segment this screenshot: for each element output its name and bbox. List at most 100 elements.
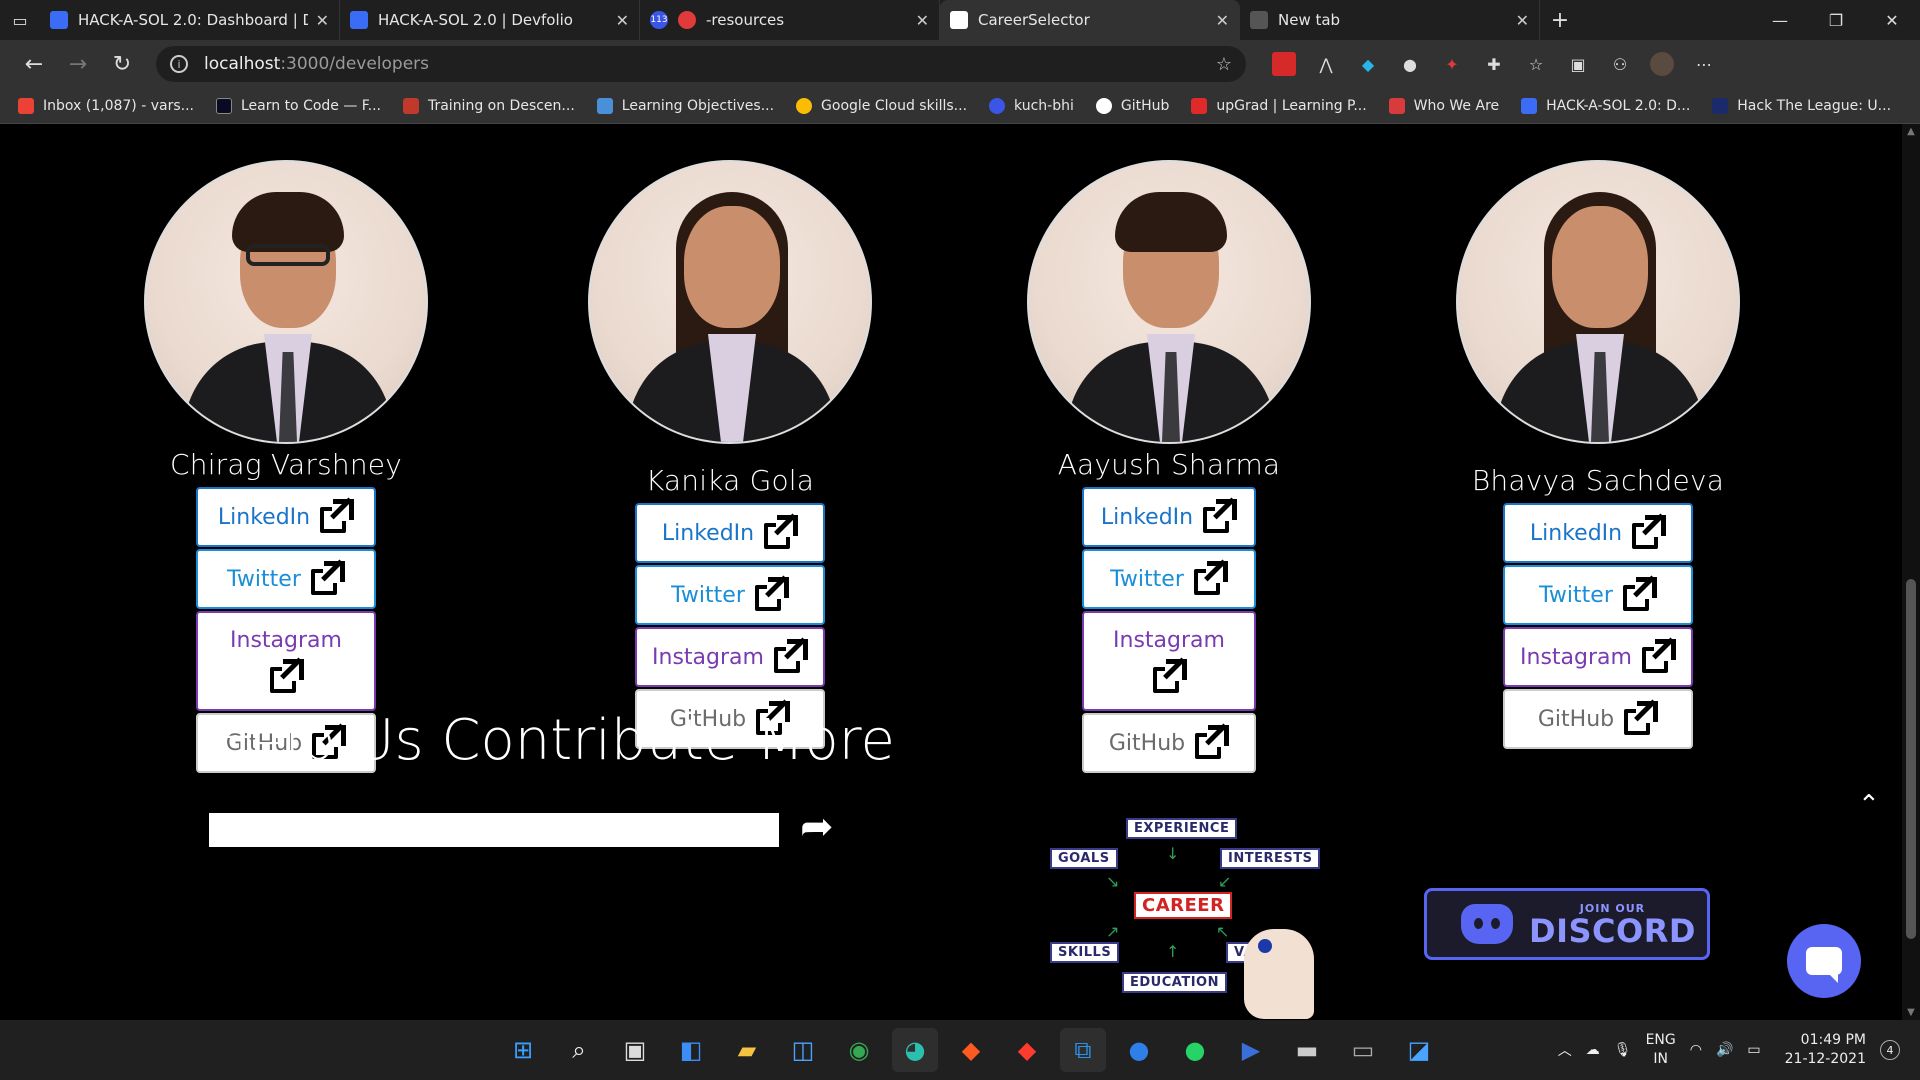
scrollbar-thumb[interactable] — [1906, 579, 1916, 939]
close-icon[interactable]: ✕ — [1216, 11, 1229, 30]
scroll-to-top-icon[interactable]: ⌃ — [1858, 790, 1880, 820]
close-icon[interactable]: ✕ — [616, 11, 629, 30]
close-icon[interactable]: ✕ — [916, 11, 929, 30]
clock[interactable]: 01:49 PM 21-12-2021 — [1785, 1031, 1866, 1069]
tab-careerselector[interactable]: CareerSelector ✕ — [940, 0, 1240, 40]
extension-grey-icon[interactable]: ● — [1398, 52, 1422, 76]
contribute-input[interactable] — [209, 813, 779, 847]
github-link[interactable]: GitHub — [1503, 689, 1693, 749]
tab-actions-icon[interactable]: ▭ — [0, 0, 40, 40]
linkedin-link[interactable]: LinkedIn — [196, 487, 376, 547]
profile-switch-icon[interactable]: ⚇ — [1608, 52, 1632, 76]
google-cloud-icon — [796, 97, 813, 114]
tab-hackasol-dashboard[interactable]: HACK-A-SOL 2.0: Dashboard | De ✕ — [40, 0, 340, 40]
instagram-link[interactable]: Instagram — [1503, 627, 1693, 687]
start-icon[interactable]: ⊞ — [500, 1028, 546, 1072]
microphone-icon[interactable]: 🎙 — [1614, 1042, 1632, 1058]
page-scrollbar[interactable]: ▲ ▼ — [1902, 124, 1920, 1020]
terminal-icon[interactable]: ▬ — [1284, 1028, 1330, 1072]
file-explorer-icon[interactable]: ▰ — [724, 1028, 770, 1072]
widgets-icon[interactable]: ◧ — [668, 1028, 714, 1072]
edge-icon[interactable]: ◕ — [892, 1028, 938, 1072]
volume-icon[interactable]: 🔊 — [1716, 1042, 1733, 1058]
bookmark-hackasol[interactable]: HACK-A-SOL 2.0: D... — [1521, 97, 1690, 114]
instagram-link[interactable]: Instagram — [635, 627, 825, 687]
favorites-icon[interactable]: ☆ — [1524, 52, 1548, 76]
bookmark-freecodecamp[interactable]: Learn to Code — F... — [215, 97, 381, 114]
close-icon[interactable]: ✕ — [1516, 11, 1529, 30]
linkedin-link[interactable]: LinkedIn — [1503, 503, 1693, 563]
extension-red-icon[interactable]: ✦ — [1440, 52, 1464, 76]
pocket-icon[interactable] — [1272, 52, 1296, 76]
vscode-icon[interactable]: ⧉ — [1060, 1028, 1106, 1072]
bookmark-hack-the-league[interactable]: Hack The League: U... — [1712, 97, 1891, 114]
bookmark-who-we-are[interactable]: Who We Are — [1388, 97, 1499, 114]
brave-beta-icon[interactable]: ◆ — [1004, 1028, 1050, 1072]
twitter-link[interactable]: Twitter — [1503, 565, 1693, 625]
tab-resources[interactable]: 113 -resources ✕ — [640, 0, 940, 40]
onedrive-icon[interactable]: ☁ — [1586, 1042, 1600, 1058]
scroll-up-icon[interactable]: ▲ — [1902, 126, 1920, 137]
external-link-icon — [1201, 499, 1238, 535]
url-field[interactable]: i localhost:3000/developers ☆ — [156, 46, 1246, 82]
powershell-icon[interactable]: ▶ — [1228, 1028, 1274, 1072]
whatsapp-icon[interactable]: ● — [1172, 1028, 1218, 1072]
join-discord-button[interactable]: JOIN OUR DISCORD — [1424, 888, 1710, 960]
arrow-diag-icon: ↗ — [1106, 922, 1120, 941]
forward-icon[interactable]: → — [56, 52, 100, 77]
chat-button[interactable] — [1787, 924, 1861, 998]
bookmark-kuch-bhi[interactable]: kuch-bhi — [989, 97, 1074, 114]
brave-icon[interactable]: ◆ — [948, 1028, 994, 1072]
chevron-up-icon[interactable]: ︿ — [1558, 1040, 1572, 1060]
kuch-bhi-icon — [989, 97, 1006, 114]
refresh-icon[interactable]: ↻ — [100, 52, 144, 77]
restore-icon[interactable]: ❐ — [1808, 11, 1864, 30]
back-icon[interactable]: ← — [12, 52, 56, 77]
extensions-puzzle-icon[interactable]: ✚ — [1482, 52, 1506, 76]
close-icon[interactable]: ✕ — [316, 11, 329, 30]
external-link-icon — [1621, 577, 1657, 613]
bookmark-upgrad[interactable]: upGrad | Learning P... — [1191, 97, 1367, 114]
instagram-link[interactable]: Instagram — [1082, 611, 1256, 711]
app-w-icon[interactable]: ● — [1116, 1028, 1162, 1072]
extension-eye-icon[interactable]: ◆ — [1356, 52, 1380, 76]
bookmark-github[interactable]: GitHub — [1095, 97, 1169, 114]
battery-icon[interactable]: ▭ — [1747, 1042, 1760, 1058]
developer-name: Kanika Gola — [645, 464, 815, 497]
tab-new-tab[interactable]: New tab ✕ — [1240, 0, 1540, 40]
bookmark-learning-objectives[interactable]: Learning Objectives... — [596, 97, 774, 114]
share-arrow-icon[interactable]: ➦ — [800, 804, 834, 850]
collections-icon[interactable]: ▣ — [1566, 52, 1590, 76]
minimize-icon[interactable]: — — [1752, 11, 1808, 30]
bookmark-training[interactable]: Training on Descen... — [402, 97, 575, 114]
extension-a-icon[interactable]: ⋀ — [1314, 52, 1338, 76]
wifi-icon[interactable]: ◠ — [1690, 1042, 1702, 1058]
github-link[interactable]: GitHub — [1082, 713, 1256, 773]
tab-hackasol-devfolio[interactable]: HACK-A-SOL 2.0 | Devfolio ✕ — [340, 0, 640, 40]
bookmark-gmail[interactable]: Inbox (1,087) - vars... — [18, 97, 194, 114]
avatar[interactable] — [1650, 52, 1674, 76]
new-tab-button[interactable]: + — [1540, 8, 1580, 33]
search-icon[interactable]: ⌕ — [556, 1028, 602, 1072]
store-icon[interactable]: ◫ — [780, 1028, 826, 1072]
cmd-icon[interactable]: ▭ — [1340, 1028, 1386, 1072]
favorite-star-icon[interactable]: ☆ — [1216, 54, 1232, 75]
info-icon[interactable]: i — [170, 55, 188, 73]
bookmark-google-cloud[interactable]: Google Cloud skills... — [796, 97, 967, 114]
language-indicator[interactable]: ENG IN — [1646, 1031, 1676, 1069]
task-view-icon[interactable]: ▣ — [612, 1028, 658, 1072]
notification-badge[interactable]: 4 — [1880, 1040, 1900, 1060]
twitter-link[interactable]: Twitter — [196, 549, 376, 609]
instagram-link[interactable]: Instagram — [196, 611, 376, 711]
external-link-icon — [309, 561, 345, 597]
photos-icon[interactable]: ◪ — [1396, 1028, 1442, 1072]
more-menu-icon[interactable]: ⋯ — [1692, 52, 1716, 76]
close-window-icon[interactable]: ✕ — [1864, 11, 1920, 30]
twitter-link[interactable]: Twitter — [1082, 549, 1256, 609]
scroll-down-icon[interactable]: ▼ — [1902, 1007, 1920, 1018]
chrome-icon[interactable]: ◉ — [836, 1028, 882, 1072]
linkedin-link[interactable]: LinkedIn — [1082, 487, 1256, 547]
twitter-link[interactable]: Twitter — [635, 565, 825, 625]
linkedin-link[interactable]: LinkedIn — [635, 503, 825, 563]
career-word-skills: SKILLS — [1050, 942, 1120, 963]
